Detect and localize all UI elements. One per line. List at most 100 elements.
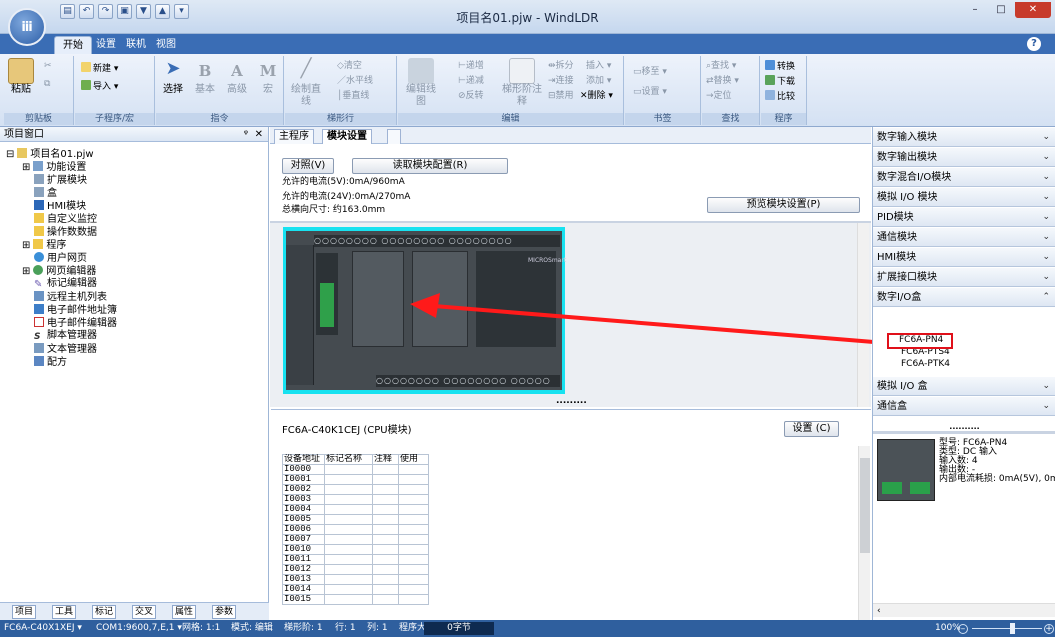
tab-tools[interactable]: 工具	[52, 605, 77, 619]
status-com[interactable]: COM1:9600,7,E,1 ▾	[96, 620, 182, 637]
basic-button[interactable]: B 基本	[188, 58, 222, 96]
copy-icon[interactable]: ⧉	[44, 78, 50, 91]
advanced-button[interactable]: A 高级	[220, 58, 254, 96]
tab-view[interactable]: 视图	[148, 36, 184, 54]
disable-button[interactable]: ⊟禁用	[548, 90, 574, 103]
table-row[interactable]: I0001	[282, 474, 429, 485]
tag-cell[interactable]	[324, 494, 373, 505]
tag-cell[interactable]	[372, 554, 399, 565]
tag-cell[interactable]	[324, 564, 373, 575]
device-address-cell[interactable]: I0012	[282, 564, 325, 575]
zoom-slider[interactable]	[972, 628, 1042, 629]
maximize-button[interactable]: □	[989, 2, 1013, 18]
tag-scrollbar[interactable]	[858, 446, 870, 621]
module-category[interactable]: 扩展接口模块 ⌄	[873, 268, 1055, 287]
cartridge-slot-1[interactable]	[352, 251, 404, 347]
locate-button[interactable]: →定位	[706, 90, 732, 103]
replace-button[interactable]: ⇄替换 ▾	[706, 75, 739, 88]
app-menu-button[interactable]: ⅲ	[8, 8, 46, 46]
tree-item-project[interactable]: ⊟ 项目名01.pjw	[6, 148, 94, 160]
tree-item-operand-data[interactable]: 操作数数据	[34, 226, 97, 238]
tag-cell[interactable]	[372, 464, 399, 475]
clear-button[interactable]: ◇清空	[337, 60, 362, 73]
tree-item-cartridge[interactable]: 盒	[34, 187, 57, 199]
tab-params[interactable]: 参数	[212, 605, 237, 619]
tab-tags[interactable]: 标记	[92, 605, 117, 619]
tag-cell[interactable]	[372, 524, 399, 535]
compare-config-button[interactable]: 对照(V)	[282, 158, 334, 174]
tag-cell[interactable]	[398, 594, 429, 605]
add-button[interactable]: 添加 ▾	[586, 75, 611, 88]
module-category[interactable]: HMI模块 ⌄	[873, 248, 1055, 267]
tag-cell[interactable]	[372, 494, 399, 505]
cpu-settings-button[interactable]: 设置 (C)	[784, 421, 839, 437]
tag-cell[interactable]	[398, 564, 429, 575]
tag-cell[interactable]	[372, 544, 399, 555]
device-address-cell[interactable]: I0014	[282, 584, 325, 595]
device-address-cell[interactable]: I0004	[282, 504, 325, 515]
zoom-thumb[interactable]	[1010, 623, 1015, 634]
module-item[interactable]: FC6A-PTK4	[901, 359, 950, 370]
tag-cell[interactable]	[372, 534, 399, 545]
tag-cell[interactable]	[324, 464, 373, 475]
select-button[interactable]: ➤ 选择	[156, 58, 190, 96]
tag-cell[interactable]	[324, 554, 373, 565]
zoom-in-button[interactable]: +	[1044, 624, 1054, 634]
splitter-grip[interactable]: .........	[556, 395, 587, 408]
tree-item-program[interactable]: ⊞ 程序	[22, 239, 66, 251]
convert-button[interactable]: 转换	[765, 60, 795, 73]
module-category[interactable]: 数字混合I/O模块 ⌄	[873, 168, 1055, 187]
read-config-button[interactable]: 读取模块配置(R)	[352, 158, 508, 174]
table-row[interactable]: I0005	[282, 514, 429, 525]
new-button[interactable]: 新建 ▾	[81, 62, 118, 75]
vline-button[interactable]: │垂直线	[337, 90, 369, 103]
device-address-cell[interactable]: I0006	[282, 524, 325, 535]
table-row[interactable]: I0004	[282, 504, 429, 515]
tag-cell[interactable]	[398, 474, 429, 485]
tag-cell[interactable]	[398, 464, 429, 475]
table-row[interactable]: I0011	[282, 554, 429, 565]
tree-item-user-web[interactable]: 用户网页	[34, 252, 87, 264]
tag-cell[interactable]	[398, 524, 429, 535]
reverse-button[interactable]: ⊘反转	[458, 90, 484, 103]
zoom-out-button[interactable]: –	[958, 624, 968, 634]
tag-cell[interactable]	[324, 524, 373, 535]
tag-cell[interactable]	[324, 584, 373, 595]
increment-button[interactable]: ⊢递增	[458, 60, 484, 73]
module-category[interactable]: 数字输入模块 ⌄	[873, 128, 1055, 147]
close-icon[interactable]: ✕	[255, 127, 263, 142]
tab-main-program[interactable]: 主程序	[274, 129, 314, 144]
tab-module-config[interactable]: 模块设置	[322, 129, 372, 144]
tree-item-email-editor[interactable]: 电子邮件编辑器	[34, 317, 117, 329]
connect-button[interactable]: ⇥连接	[548, 75, 574, 88]
goto-button[interactable]: ▭移至 ▾	[633, 66, 667, 79]
tree-item-function-settings[interactable]: ⊞ 功能设置	[22, 161, 86, 173]
macro-button[interactable]: M 宏	[251, 58, 285, 96]
tag-cell[interactable]	[324, 574, 373, 585]
tab-properties[interactable]: 属性	[172, 605, 197, 619]
tree-item-tag-editor[interactable]: ✎ 标记编辑器	[34, 278, 97, 290]
module-category[interactable]: 模拟 I/O 盒 ⌄	[873, 377, 1055, 396]
tag-cell[interactable]	[398, 504, 429, 515]
tab-cross-ref[interactable]: 交叉	[132, 605, 157, 619]
tag-cell[interactable]	[372, 504, 399, 515]
delete-button[interactable]: ✕删除 ▾	[580, 90, 613, 103]
device-address-cell[interactable]: I0001	[282, 474, 325, 485]
tree-item-expansion[interactable]: 扩展模块	[34, 174, 87, 186]
tag-cell[interactable]	[324, 534, 373, 545]
compare-button[interactable]: 比较	[765, 90, 795, 103]
table-row[interactable]: I0000	[282, 464, 429, 475]
close-button[interactable]: ✕	[1015, 2, 1051, 18]
tag-cell[interactable]	[398, 494, 429, 505]
table-row[interactable]: I0015	[282, 594, 429, 605]
draw-line-button[interactable]: ╱ 绘制直线	[289, 58, 323, 108]
minimize-button[interactable]: –	[963, 2, 987, 18]
find-button[interactable]: ⌕查找 ▾	[706, 60, 736, 73]
table-row[interactable]: I0002	[282, 484, 429, 495]
module-category[interactable]: 通信盒 ⌄	[873, 397, 1055, 416]
tree-item-email-book[interactable]: 电子邮件地址簿	[34, 304, 117, 316]
tag-cell[interactable]	[372, 574, 399, 585]
tag-cell[interactable]	[372, 474, 399, 485]
tree-item-script[interactable]: S 脚本管理器	[34, 330, 97, 342]
split-button[interactable]: ⇹拆分	[548, 60, 574, 73]
